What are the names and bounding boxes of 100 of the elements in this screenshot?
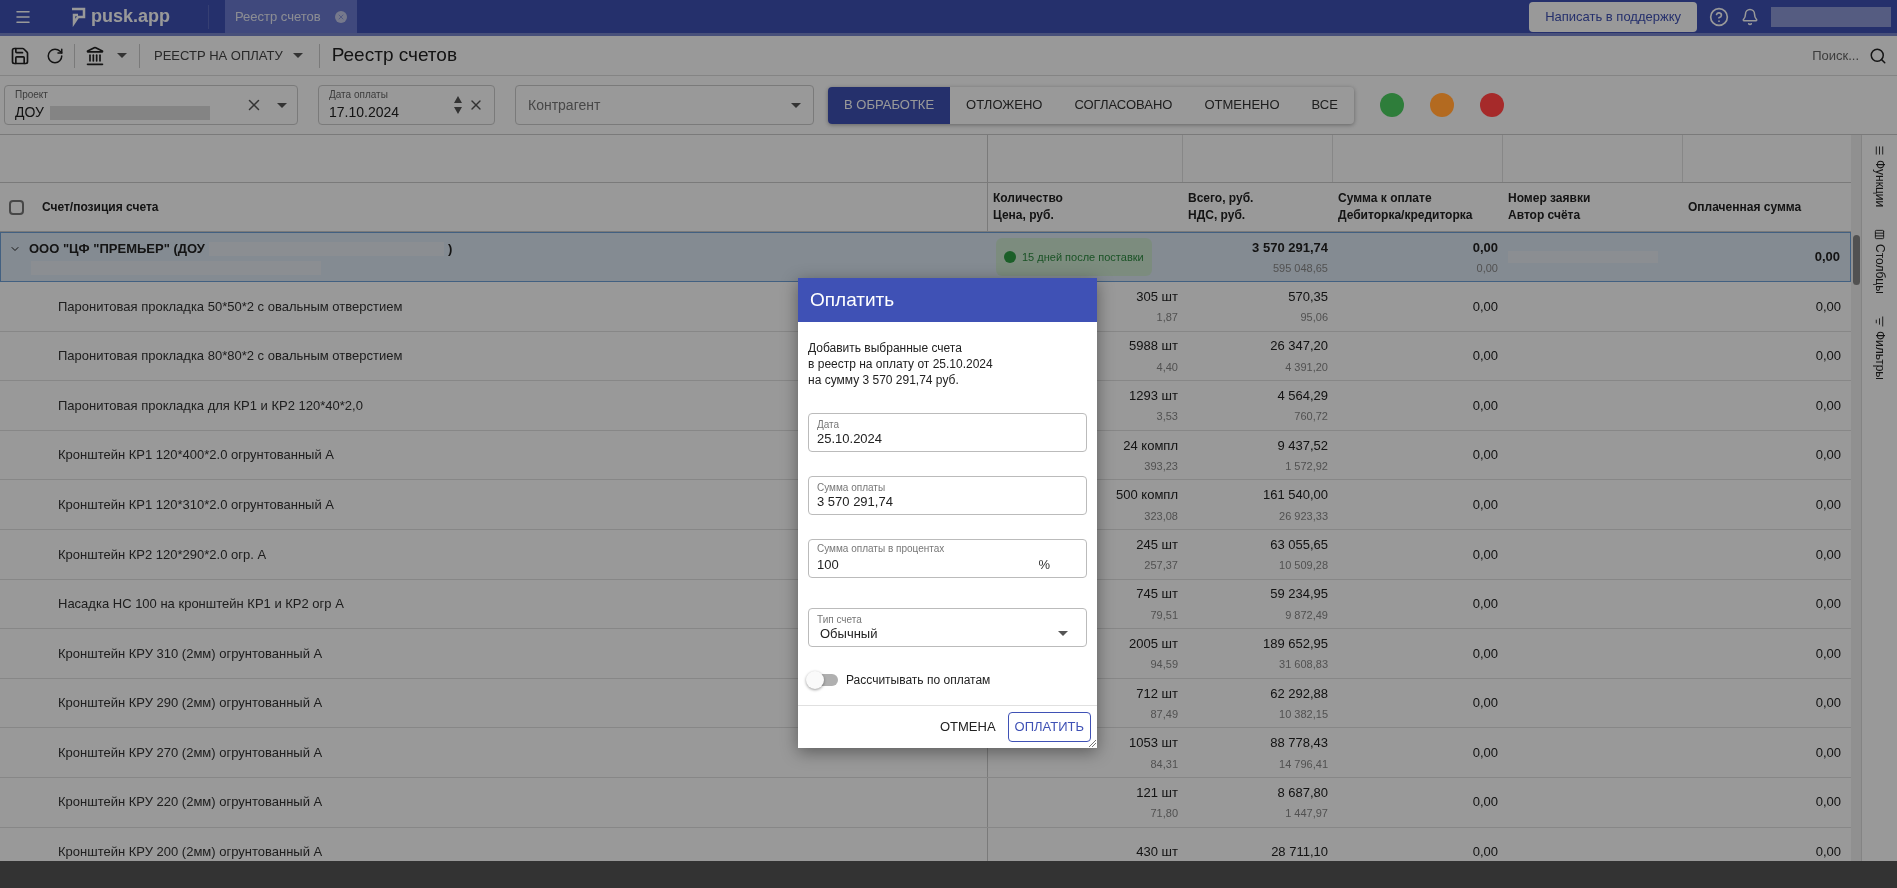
group-name: ООО "ЦФ "ПРЕМЬЕР" (ДОУ — [29, 239, 205, 258]
to-pay-value: 0,00 — [1472, 545, 1498, 564]
input-field[interactable]: Сумма оплаты в процентах 100 % — [808, 539, 1087, 578]
item-name: Насадка НС 100 на кронштейн КР1 и КР2 огр А — [58, 595, 344, 614]
item-name: Паронитовая прокладка для КР1 и КР2 120*40*2,0 — [58, 396, 363, 415]
debt-value: 0,00 — [1476, 261, 1498, 276]
field-value: 100 — [817, 556, 839, 573]
vat-value: 9 872,49 — [1285, 607, 1328, 623]
side-panel-tab[interactable]: Столбцы — [1870, 229, 1889, 295]
paid-value: 0,00 — [1814, 248, 1840, 267]
status-tab[interactable]: ВСЕ — [1295, 86, 1354, 124]
search-icon[interactable] — [1869, 46, 1887, 65]
total-value: 570,35 — [1288, 287, 1328, 306]
refresh-icon[interactable] — [46, 46, 64, 65]
checkbox[interactable] — [9, 199, 24, 215]
toggle-switch[interactable] — [808, 674, 838, 686]
vat-value: 760,72 — [1294, 409, 1328, 425]
column-header: Количество — [993, 190, 1064, 207]
quantity-value: 1293 шт — [1129, 387, 1178, 405]
item-name: Кронштейн КРУ 200 (2мм) огрунтованный А — [58, 843, 323, 862]
resize-grip-icon[interactable] — [1089, 740, 1096, 747]
columns-icon — [1874, 229, 1885, 241]
date-field[interactable]: Дата оплаты 17.10.2024 — [318, 85, 495, 125]
price-value: 71,80 — [1150, 806, 1178, 822]
side-panel-tab[interactable]: Функции — [1870, 145, 1889, 208]
price-value: 3,53 — [1156, 409, 1178, 425]
status-tab[interactable]: ОТЛОЖЕНО — [950, 86, 1059, 124]
field-label: Дата оплаты — [329, 88, 389, 102]
price-value: 257,37 — [1144, 558, 1178, 574]
column-header: Счет/позиция счета — [42, 198, 159, 216]
field-label: Дата — [817, 418, 841, 431]
quantity-value: 5988 шт — [1129, 337, 1178, 356]
toggle-label: Рассчитывать по оплатам — [846, 672, 991, 689]
total-value: 59 234,95 — [1270, 585, 1328, 604]
side-panel-tab[interactable]: Фильтры — [1870, 316, 1889, 381]
field-label: Тип счета — [817, 613, 863, 626]
status-tab[interactable]: В ОБРАБОТКЕ — [828, 86, 951, 124]
paid-value: 0,00 — [1815, 644, 1841, 663]
paid-value: 0,00 — [1815, 595, 1841, 614]
help-icon[interactable] — [1709, 6, 1729, 27]
total-value: 28 711,10 — [1271, 843, 1328, 862]
caret-icon — [1058, 631, 1068, 636]
paid-value: 0,00 — [1815, 495, 1841, 514]
column-header: Сумма к оплате — [1338, 190, 1433, 207]
vat-value: 1 447,97 — [1285, 806, 1328, 822]
paid-value: 0,00 — [1815, 694, 1841, 713]
input-field[interactable]: Сумма оплаты 3 570 291,74 — [808, 476, 1087, 515]
counterparty-field[interactable]: Контрагент — [515, 85, 814, 125]
placeholder-text: Контрагент — [528, 95, 601, 115]
input-field[interactable]: Дата 25.10.2024 — [808, 413, 1087, 452]
total-value: 26 347,20 — [1270, 337, 1328, 356]
field-value: 17.10.2024 — [329, 103, 401, 122]
status-tab[interactable]: ОТМЕНЕНО — [1188, 86, 1296, 124]
vat-value: 10 509,28 — [1279, 558, 1328, 574]
field-label: Сумма оплаты — [817, 481, 887, 494]
payment-term-badge: 15 дней после поставки — [996, 238, 1152, 276]
paid-value: 0,00 — [1815, 545, 1841, 564]
item-name: Кронштейн КРУ 290 (2мм) огрунтованный А — [58, 694, 323, 713]
registry-menu-button[interactable]: РЕЕСТР НА ОПЛАТУ — [154, 45, 303, 66]
vat-value: 26 923,33 — [1279, 508, 1328, 524]
quantity-value: 245 шт — [1136, 535, 1178, 554]
price-value: 79,51 — [1150, 607, 1178, 623]
to-pay-value: 0,00 — [1472, 843, 1498, 862]
project-field[interactable]: Проект ДОУ — [4, 85, 298, 125]
group-row[interactable]: ООО "ЦФ "ПРЕМЬЕР" (ДОУ ) 15 дней после поставки 3 570 291,74 595 048,65 0,00 0,00 0,00 — [0, 232, 1851, 282]
vat-value: 4 391,20 — [1285, 359, 1328, 375]
total-value: 4 564,29 — [1277, 387, 1328, 405]
item-name: Кронштейн КРУ 310 (2мм) огрунтованный А — [58, 644, 323, 663]
logo-icon — [70, 6, 86, 27]
to-pay-value: 0,00 — [1472, 396, 1498, 415]
paid-value: 0,00 — [1815, 843, 1841, 862]
status-tab[interactable]: СОГЛАСОВАНО — [1058, 86, 1189, 124]
save-icon[interactable] — [10, 45, 30, 66]
lines-icon — [1874, 145, 1885, 156]
search-field[interactable]: Поиск... — [1789, 45, 1859, 66]
price-value: 84,31 — [1150, 756, 1178, 772]
spinner-icon[interactable] — [454, 96, 462, 114]
to-pay-value: 0,00 — [1472, 446, 1498, 465]
field-value: 3 570 291,74 — [817, 493, 893, 510]
filter-icon — [1874, 316, 1885, 328]
paid-value: 0,00 — [1815, 446, 1841, 465]
field-label: Проект — [15, 88, 49, 102]
paid-value: 0,00 — [1815, 347, 1841, 366]
bell-icon[interactable] — [1741, 7, 1759, 26]
paid-value: 0,00 — [1815, 297, 1841, 316]
cancel-button[interactable]: ОТМЕНА — [933, 712, 1002, 742]
quantity-value: 430 шт — [1136, 843, 1178, 862]
caret-icon — [791, 102, 801, 108]
price-value: 87,49 — [1150, 707, 1178, 723]
vat-value: 595 048,65 — [1272, 261, 1328, 276]
bank-icon[interactable] — [85, 45, 105, 66]
logo-text: pusk.app — [91, 5, 170, 28]
select-field[interactable]: Тип счета Обычный — [808, 608, 1087, 647]
column-header: Дебиторка/кредиторка — [1338, 207, 1474, 224]
quantity-value: 305 шт — [1136, 287, 1178, 306]
quantity-value: 1053 шт — [1129, 734, 1178, 753]
support-button[interactable]: Написать в поддержку — [1529, 1, 1697, 32]
field-value: 25.10.2024 — [817, 430, 883, 447]
pay-button[interactable]: ОПЛАТИТЬ — [1007, 712, 1091, 742]
item-name: Кронштейн КРУ 270 (2мм) огрунтованный А — [58, 743, 323, 762]
